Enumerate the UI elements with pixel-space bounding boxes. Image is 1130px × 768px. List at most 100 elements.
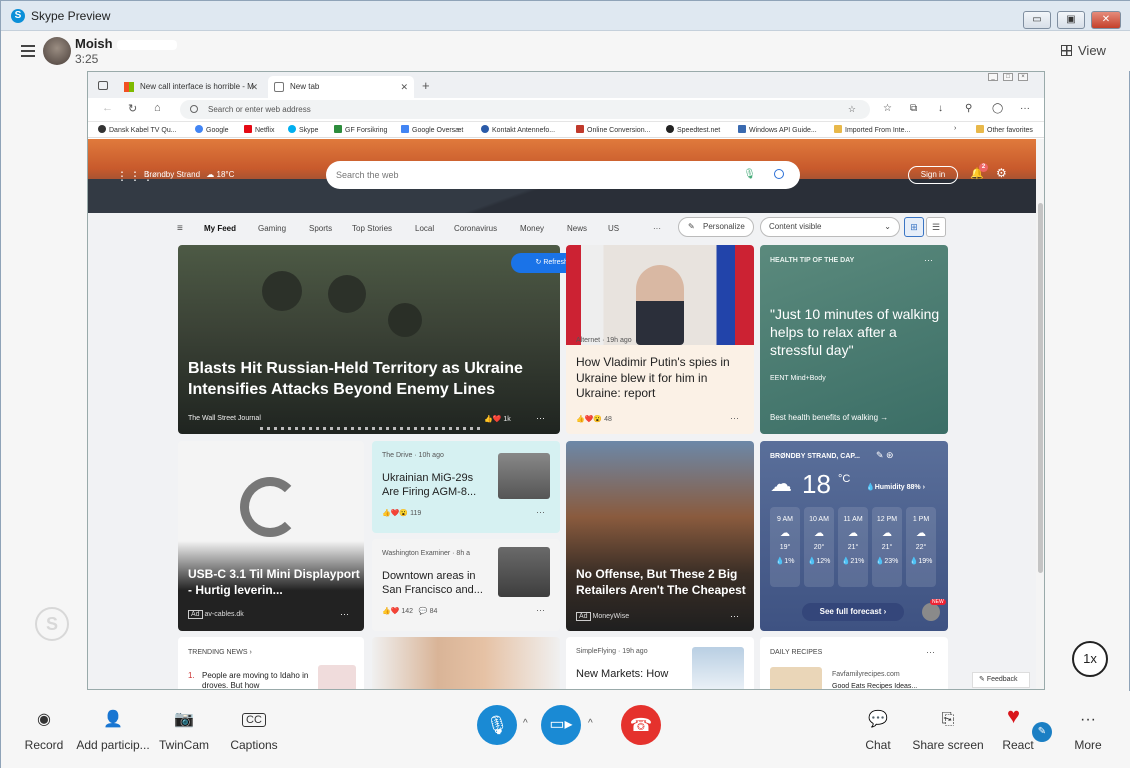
- putin-story-card[interactable]: Alternet · 19h ago How Vladimir Putin's …: [566, 245, 754, 434]
- more-icon[interactable]: ···: [536, 605, 545, 615]
- avatar[interactable]: [43, 37, 71, 65]
- tab-actions-icon[interactable]: [98, 81, 108, 90]
- trending-news-card[interactable]: TRENDING NEWS › 1. People are moving to …: [178, 637, 364, 689]
- main-story-card[interactable]: Blasts Hit Russian-Held Territory as Ukr…: [178, 245, 560, 434]
- portrait-story-card[interactable]: [372, 637, 560, 689]
- weather-card[interactable]: BRØNDBY STRAND, CAP... ✎ ⊛ ☁ 18 °C 💧Humi…: [760, 441, 948, 631]
- health-tip-card[interactable]: HEALTH TIP OF THE DAY ··· "Just 10 minut…: [760, 245, 948, 434]
- mic-icon[interactable]: 🎙: [743, 161, 756, 189]
- tab-sports[interactable]: Sports: [309, 224, 332, 233]
- view-button[interactable]: View: [1061, 43, 1106, 58]
- tab-coronavirus[interactable]: Coronavirus: [454, 224, 497, 233]
- daily-recipes-card[interactable]: DAILY RECIPES ··· Favfamilyrecipes.com G…: [760, 637, 948, 689]
- gear-icon[interactable]: ⚙: [996, 166, 1007, 180]
- tab-close-icon[interactable]: ✕: [250, 76, 258, 98]
- edit-location-icon[interactable]: ✎ ⊛: [876, 450, 894, 461]
- favorite-item[interactable]: GF Forsikring: [334, 125, 387, 134]
- favorites-icon[interactable]: ☆: [883, 103, 892, 114]
- feed-more-icon[interactable]: ···: [653, 224, 661, 233]
- collections-icon[interactable]: ⧉: [910, 103, 917, 114]
- grid-layout-button[interactable]: ⊞: [904, 217, 924, 237]
- menu-icon[interactable]: [21, 45, 35, 57]
- new-feature-icon[interactable]: [922, 603, 940, 621]
- web-search-input[interactable]: Search the web 🎙: [326, 161, 800, 189]
- twincam-button[interactable]: 📷 TwinCam: [144, 709, 224, 752]
- favorites-overflow-icon[interactable]: ›: [954, 125, 956, 132]
- downtown-story-card[interactable]: Washington Examiner · 8h a Downtown area…: [372, 539, 560, 631]
- home-icon[interactable]: ⌂: [154, 102, 161, 114]
- favorite-item[interactable]: Windows API Guide...: [738, 125, 817, 134]
- favorite-item[interactable]: Imported From Inte...: [834, 125, 910, 134]
- captions-button[interactable]: CC Captions: [214, 709, 294, 752]
- back-icon[interactable]: ←: [102, 102, 113, 114]
- mute-button[interactable]: 🎙: [477, 705, 517, 745]
- carousel-dots[interactable]: [260, 427, 480, 430]
- more-icon[interactable]: ···: [730, 611, 739, 621]
- close-button[interactable]: ✕: [1091, 11, 1121, 29]
- new-tab-plus-icon[interactable]: +: [422, 78, 430, 93]
- profile-icon[interactable]: ◯: [992, 103, 1003, 114]
- trending-item[interactable]: People are moving to Idaho in droves. Bu…: [202, 671, 310, 689]
- maximize-button[interactable]: ▣: [1057, 11, 1085, 29]
- settings-more-icon[interactable]: ···: [1020, 103, 1030, 114]
- personalize-button[interactable]: ✎ Personalize: [678, 217, 754, 237]
- location-weather[interactable]: Brøndby Strand ☁ 18°C: [144, 170, 234, 179]
- tab-news[interactable]: News: [567, 224, 587, 233]
- tab-local[interactable]: Local: [415, 224, 434, 233]
- page-scrollbar[interactable]: [1036, 139, 1044, 689]
- heart-icon[interactable]: ♥: [1007, 703, 1020, 729]
- address-bar[interactable]: Search or enter web address ☆: [180, 100, 870, 119]
- more-icon[interactable]: ···: [730, 413, 739, 423]
- download-icon[interactable]: ↓: [938, 103, 943, 114]
- favorite-item[interactable]: Other favorites: [976, 125, 1033, 134]
- share-screen-button[interactable]: ⎘ Share screen: [908, 709, 988, 752]
- see-full-forecast-button[interactable]: See full forecast ›: [802, 603, 904, 621]
- favorite-item[interactable]: Dansk Kabel TV Qu...: [98, 125, 177, 134]
- favorite-item[interactable]: Kontakt Antennefo...: [481, 125, 555, 134]
- favorite-item[interactable]: Google: [195, 125, 229, 134]
- list-layout-button[interactable]: ☰: [926, 217, 946, 237]
- favorite-item[interactable]: Google Oversæt: [401, 125, 463, 134]
- more-icon[interactable]: ···: [340, 609, 349, 619]
- audio-options-chevron-icon[interactable]: ^: [523, 718, 528, 729]
- tab-top-stories[interactable]: Top Stories: [352, 224, 392, 233]
- new-markets-card[interactable]: SimpleFlying · 19h ago New Markets: How: [566, 637, 754, 689]
- content-visible-select[interactable]: Content visible ⌄: [760, 217, 900, 237]
- favorite-item[interactable]: Skype: [288, 125, 318, 134]
- usbc-ad-card[interactable]: USB-C 3.1 Til Mini Displayport - Hurtig …: [178, 441, 364, 631]
- video-options-chevron-icon[interactable]: ^: [588, 718, 593, 729]
- tab-money[interactable]: Money: [520, 224, 544, 233]
- minimize-button[interactable]: ▭: [1023, 11, 1051, 29]
- health-link[interactable]: Best health benefits of walking →: [770, 413, 888, 422]
- tab-my-feed[interactable]: My Feed: [204, 224, 236, 233]
- bell-icon[interactable]: 🔔 2: [970, 163, 988, 180]
- more-button[interactable]: ··· More: [1048, 709, 1128, 752]
- sign-in-button[interactable]: Sign in: [908, 166, 958, 184]
- chat-button[interactable]: 💬 Chat: [838, 709, 918, 752]
- feed-menu-icon[interactable]: ≡: [177, 223, 183, 234]
- record-button[interactable]: ◉ Record: [4, 709, 84, 752]
- feedback-button[interactable]: ✎ Feedback: [972, 672, 1030, 688]
- mig-story-card[interactable]: The Drive · 10h ago Ukrainian MiG-29s Ar…: [372, 441, 560, 533]
- more-icon[interactable]: ···: [536, 413, 545, 423]
- tab-call-interface[interactable]: New call interface is horrible - M ✕: [118, 76, 264, 98]
- tab-gaming[interactable]: Gaming: [258, 224, 286, 233]
- search-icon[interactable]: [774, 169, 784, 179]
- tab-us[interactable]: US: [608, 224, 619, 233]
- favorite-item[interactable]: Online Conversion...: [576, 125, 650, 134]
- refresh-icon[interactable]: ↻: [128, 102, 137, 115]
- favorite-item[interactable]: Speedtest.net: [666, 125, 720, 134]
- retailer-ad-card[interactable]: No Offense, But These 2 Big Retailers Ar…: [566, 441, 754, 631]
- trending-header[interactable]: TRENDING NEWS ›: [188, 649, 252, 656]
- add-participant-button[interactable]: 👤 Add particip...: [73, 709, 153, 752]
- favorite-item[interactable]: Netflix: [244, 125, 274, 134]
- tab-new-tab[interactable]: New tab ✕: [268, 76, 414, 98]
- more-icon[interactable]: ···: [926, 647, 935, 657]
- video-button[interactable]: ▭▸: [541, 705, 581, 745]
- hang-up-button[interactable]: ☎: [621, 705, 661, 745]
- scrollbar-thumb[interactable]: [1038, 203, 1043, 573]
- playback-rate-button[interactable]: 1x: [1072, 641, 1108, 677]
- more-icon[interactable]: ···: [536, 507, 545, 517]
- add-favorite-icon[interactable]: ☆: [848, 100, 856, 119]
- extensions-icon[interactable]: ⚲: [965, 103, 972, 114]
